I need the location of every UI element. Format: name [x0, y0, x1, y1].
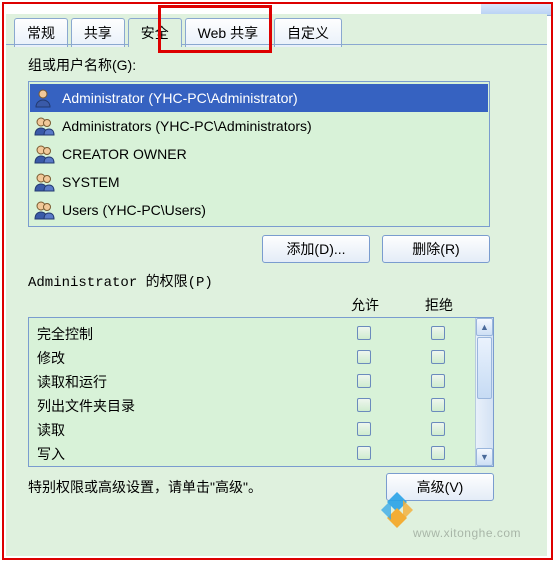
deny-checkbox[interactable]	[431, 398, 445, 412]
table-row: 读取和运行	[37, 370, 475, 394]
list-item[interactable]: Administrator (YHC-PC\Administrator)	[30, 84, 488, 112]
advanced-button[interactable]: 高级(V)	[386, 473, 494, 501]
deny-checkbox[interactable]	[431, 326, 445, 340]
list-item-label: CREATOR OWNER	[62, 146, 187, 162]
column-allow: 允许	[328, 295, 402, 315]
scroll-thumb[interactable]	[477, 337, 492, 399]
table-row: 读取	[37, 418, 475, 442]
scroll-down-icon[interactable]: ▼	[476, 448, 493, 466]
add-button[interactable]: 添加(D)...	[262, 235, 370, 263]
permissions-box: 完全控制 修改 读取和运行 列出文件夹目	[28, 317, 494, 467]
remove-button[interactable]: 删除(R)	[382, 235, 490, 263]
permissions-header: 允许 拒绝	[28, 295, 494, 315]
list-item-label: Administrators (YHC-PC\Administrators)	[62, 118, 312, 134]
permission-name: 读取和运行	[37, 372, 327, 392]
list-item-label: Administrator (YHC-PC\Administrator)	[62, 90, 298, 106]
list-item[interactable]: Users (YHC-PC\Users)	[30, 196, 488, 224]
groups-label: 组或用户名称(G):	[28, 55, 531, 75]
users-icon	[34, 172, 56, 192]
list-item[interactable]: CREATOR OWNER	[30, 140, 488, 168]
watermark-text: www.xitonghe.com	[413, 526, 521, 540]
deny-checkbox[interactable]	[431, 446, 445, 460]
deny-checkbox[interactable]	[431, 422, 445, 436]
list-item-label: Users (YHC-PC\Users)	[62, 202, 206, 218]
table-row: 完全控制	[37, 322, 475, 346]
groups-list[interactable]: Administrator (YHC-PC\Administrator) Adm…	[28, 81, 490, 227]
tab-strip: 常规 共享 安全 Web 共享 自定义	[6, 14, 547, 44]
permissions-label: Administrator 的权限(P)	[28, 271, 531, 291]
list-item[interactable]: SYSTEM	[30, 168, 488, 196]
users-icon	[34, 116, 56, 136]
tab-general[interactable]: 常规	[14, 18, 68, 47]
allow-checkbox[interactable]	[357, 350, 371, 364]
column-deny: 拒绝	[402, 295, 476, 315]
permission-name: 读取	[37, 420, 327, 440]
permission-name: 完全控制	[37, 324, 327, 344]
list-item[interactable]: Administrators (YHC-PC\Administrators)	[30, 112, 488, 140]
scrollbar[interactable]: ▲ ▼	[475, 318, 493, 466]
users-icon	[34, 144, 56, 164]
users-icon	[34, 200, 56, 220]
footer-text: 特别权限或高级设置，请单击"高级"。	[28, 477, 380, 497]
allow-checkbox[interactable]	[357, 398, 371, 412]
permission-name: 列出文件夹目录	[37, 396, 327, 416]
allow-checkbox[interactable]	[357, 446, 371, 460]
allow-checkbox[interactable]	[357, 422, 371, 436]
tab-security[interactable]: 安全	[128, 18, 182, 47]
list-item-label: SYSTEM	[62, 174, 120, 190]
table-row: 列出文件夹目录	[37, 394, 475, 418]
deny-checkbox[interactable]	[431, 374, 445, 388]
deny-checkbox[interactable]	[431, 350, 445, 364]
table-row: 写入	[37, 442, 475, 466]
permission-name: 写入	[37, 444, 327, 464]
tab-sharing[interactable]: 共享	[71, 18, 125, 47]
permission-name: 修改	[37, 348, 327, 368]
tab-customize[interactable]: 自定义	[274, 18, 342, 47]
allow-checkbox[interactable]	[357, 374, 371, 388]
allow-checkbox[interactable]	[357, 326, 371, 340]
scroll-up-icon[interactable]: ▲	[476, 318, 493, 336]
tab-web-sharing[interactable]: Web 共享	[185, 18, 271, 47]
table-row: 修改	[37, 346, 475, 370]
user-icon	[34, 88, 56, 108]
